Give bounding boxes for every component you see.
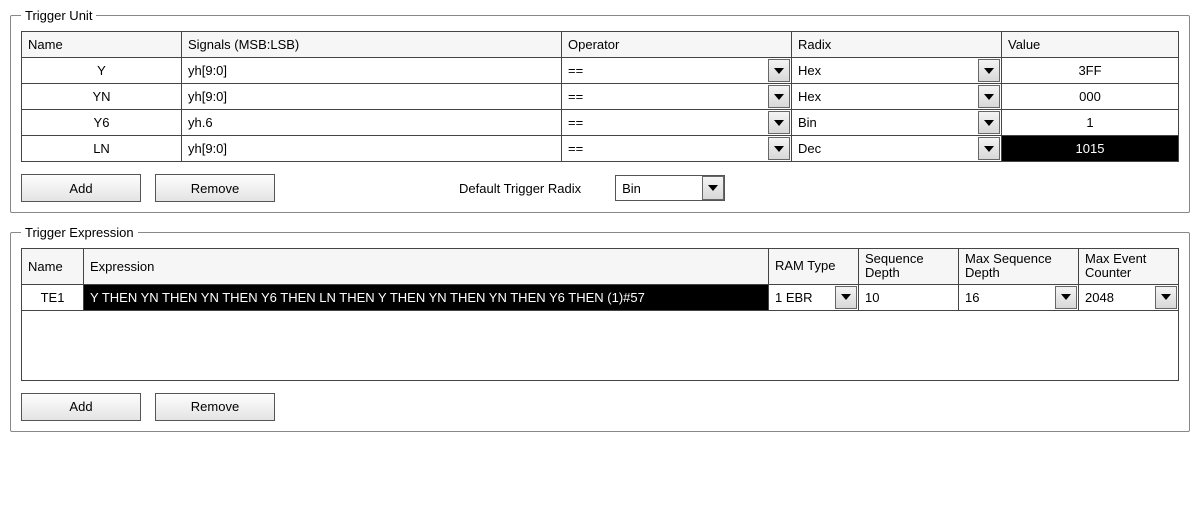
default-trigger-radix-select[interactable]: Bin: [615, 175, 725, 201]
tu-radix-cell[interactable]: Dec: [792, 136, 1002, 162]
tu-radix-cell[interactable]: Bin: [792, 110, 1002, 136]
chevron-down-icon[interactable]: [835, 286, 857, 309]
tu-operator-cell[interactable]: ==: [562, 136, 792, 162]
tu-name-cell[interactable]: YN: [22, 84, 182, 110]
trigger-expression-legend: Trigger Expression: [21, 225, 138, 240]
tu-name-cell[interactable]: Y6: [22, 110, 182, 136]
te-header-seq-depth: Sequence Depth: [859, 249, 959, 285]
tu-radix-value: Dec: [798, 141, 821, 156]
tu-operator-cell[interactable]: ==: [562, 58, 792, 84]
te-header-max-seq-depth: Max Sequence Depth: [959, 249, 1079, 285]
te-header-max-event: Max Event Counter: [1079, 249, 1179, 285]
tu-radix-cell[interactable]: Hex: [792, 84, 1002, 110]
tu-row: Y6 yh.6 == Bin 1: [22, 110, 1179, 136]
tu-value-cell[interactable]: 1015: [1002, 136, 1179, 162]
te-empty-area: [21, 311, 1179, 381]
chevron-down-icon[interactable]: [978, 85, 1000, 108]
chevron-down-icon[interactable]: [702, 176, 724, 200]
tu-operator-value: ==: [568, 89, 583, 104]
tu-signals-cell[interactable]: yh[9:0]: [182, 84, 562, 110]
chevron-down-icon[interactable]: [768, 85, 790, 108]
te-row: TE1 Y THEN YN THEN YN THEN Y6 THEN LN TH…: [22, 284, 1179, 310]
tu-name-cell[interactable]: LN: [22, 136, 182, 162]
chevron-down-icon[interactable]: [1055, 286, 1077, 309]
te-ram-type-cell[interactable]: 1 EBR: [769, 284, 859, 310]
tu-operator-cell[interactable]: ==: [562, 110, 792, 136]
te-name-cell[interactable]: TE1: [22, 284, 84, 310]
trigger-expression-group: Trigger Expression Name Expression RAM T…: [10, 225, 1190, 432]
te-controls: Add Remove: [21, 393, 1179, 421]
add-button[interactable]: Add: [21, 174, 141, 202]
tu-operator-cell[interactable]: ==: [562, 84, 792, 110]
chevron-down-icon[interactable]: [768, 59, 790, 82]
tu-radix-value: Hex: [798, 89, 821, 104]
te-ram-type-value: 1 EBR: [775, 290, 813, 305]
tu-radix-value: Bin: [798, 115, 817, 130]
tu-header-value: Value: [1002, 32, 1179, 58]
tu-header-radix: Radix: [792, 32, 1002, 58]
te-max-event-value: 2048: [1085, 290, 1114, 305]
te-header-expression: Expression: [84, 249, 769, 285]
tu-signals-cell[interactable]: yh[9:0]: [182, 136, 562, 162]
tu-radix-cell[interactable]: Hex: [792, 58, 1002, 84]
remove-button[interactable]: Remove: [155, 393, 275, 421]
chevron-down-icon[interactable]: [768, 111, 790, 134]
trigger-unit-group: Trigger Unit Name Signals (MSB:LSB) Oper…: [10, 8, 1190, 213]
trigger-expression-table: Name Expression RAM Type Sequence Depth …: [21, 248, 1179, 311]
tu-name-cell[interactable]: Y: [22, 58, 182, 84]
tu-radix-value: Hex: [798, 63, 821, 78]
te-max-seq-depth-cell[interactable]: 16: [959, 284, 1079, 310]
tu-header-name: Name: [22, 32, 182, 58]
chevron-down-icon[interactable]: [978, 59, 1000, 82]
te-seq-depth-cell[interactable]: 10: [859, 284, 959, 310]
tu-row: YN yh[9:0] == Hex 000: [22, 84, 1179, 110]
chevron-down-icon[interactable]: [978, 111, 1000, 134]
trigger-unit-table: Name Signals (MSB:LSB) Operator Radix Va…: [21, 31, 1179, 162]
tu-controls: Add Remove Default Trigger Radix Bin: [21, 174, 1179, 202]
tu-header-signals: Signals (MSB:LSB): [182, 32, 562, 58]
tu-value-cell[interactable]: 000: [1002, 84, 1179, 110]
te-header-ram-type: RAM Type: [769, 249, 859, 285]
te-max-event-cell[interactable]: 2048: [1079, 284, 1179, 310]
default-trigger-radix-value: Bin: [622, 181, 641, 196]
tu-row: Y yh[9:0] == Hex 3FF: [22, 58, 1179, 84]
te-header-name: Name: [22, 249, 84, 285]
add-button[interactable]: Add: [21, 393, 141, 421]
default-trigger-radix-label: Default Trigger Radix: [459, 181, 581, 196]
tu-signals-cell[interactable]: yh.6: [182, 110, 562, 136]
trigger-unit-legend: Trigger Unit: [21, 8, 96, 23]
remove-button[interactable]: Remove: [155, 174, 275, 202]
chevron-down-icon[interactable]: [978, 137, 1000, 160]
te-expression-cell[interactable]: Y THEN YN THEN YN THEN Y6 THEN LN THEN Y…: [84, 284, 769, 310]
tu-value-cell[interactable]: 3FF: [1002, 58, 1179, 84]
tu-operator-value: ==: [568, 63, 583, 78]
tu-row: LN yh[9:0] == Dec 1015: [22, 136, 1179, 162]
tu-operator-value: ==: [568, 141, 583, 156]
chevron-down-icon[interactable]: [1155, 286, 1177, 309]
tu-operator-value: ==: [568, 115, 583, 130]
tu-signals-cell[interactable]: yh[9:0]: [182, 58, 562, 84]
tu-value-cell[interactable]: 1: [1002, 110, 1179, 136]
tu-header-operator: Operator: [562, 32, 792, 58]
chevron-down-icon[interactable]: [768, 137, 790, 160]
te-max-seq-depth-value: 16: [965, 290, 979, 305]
